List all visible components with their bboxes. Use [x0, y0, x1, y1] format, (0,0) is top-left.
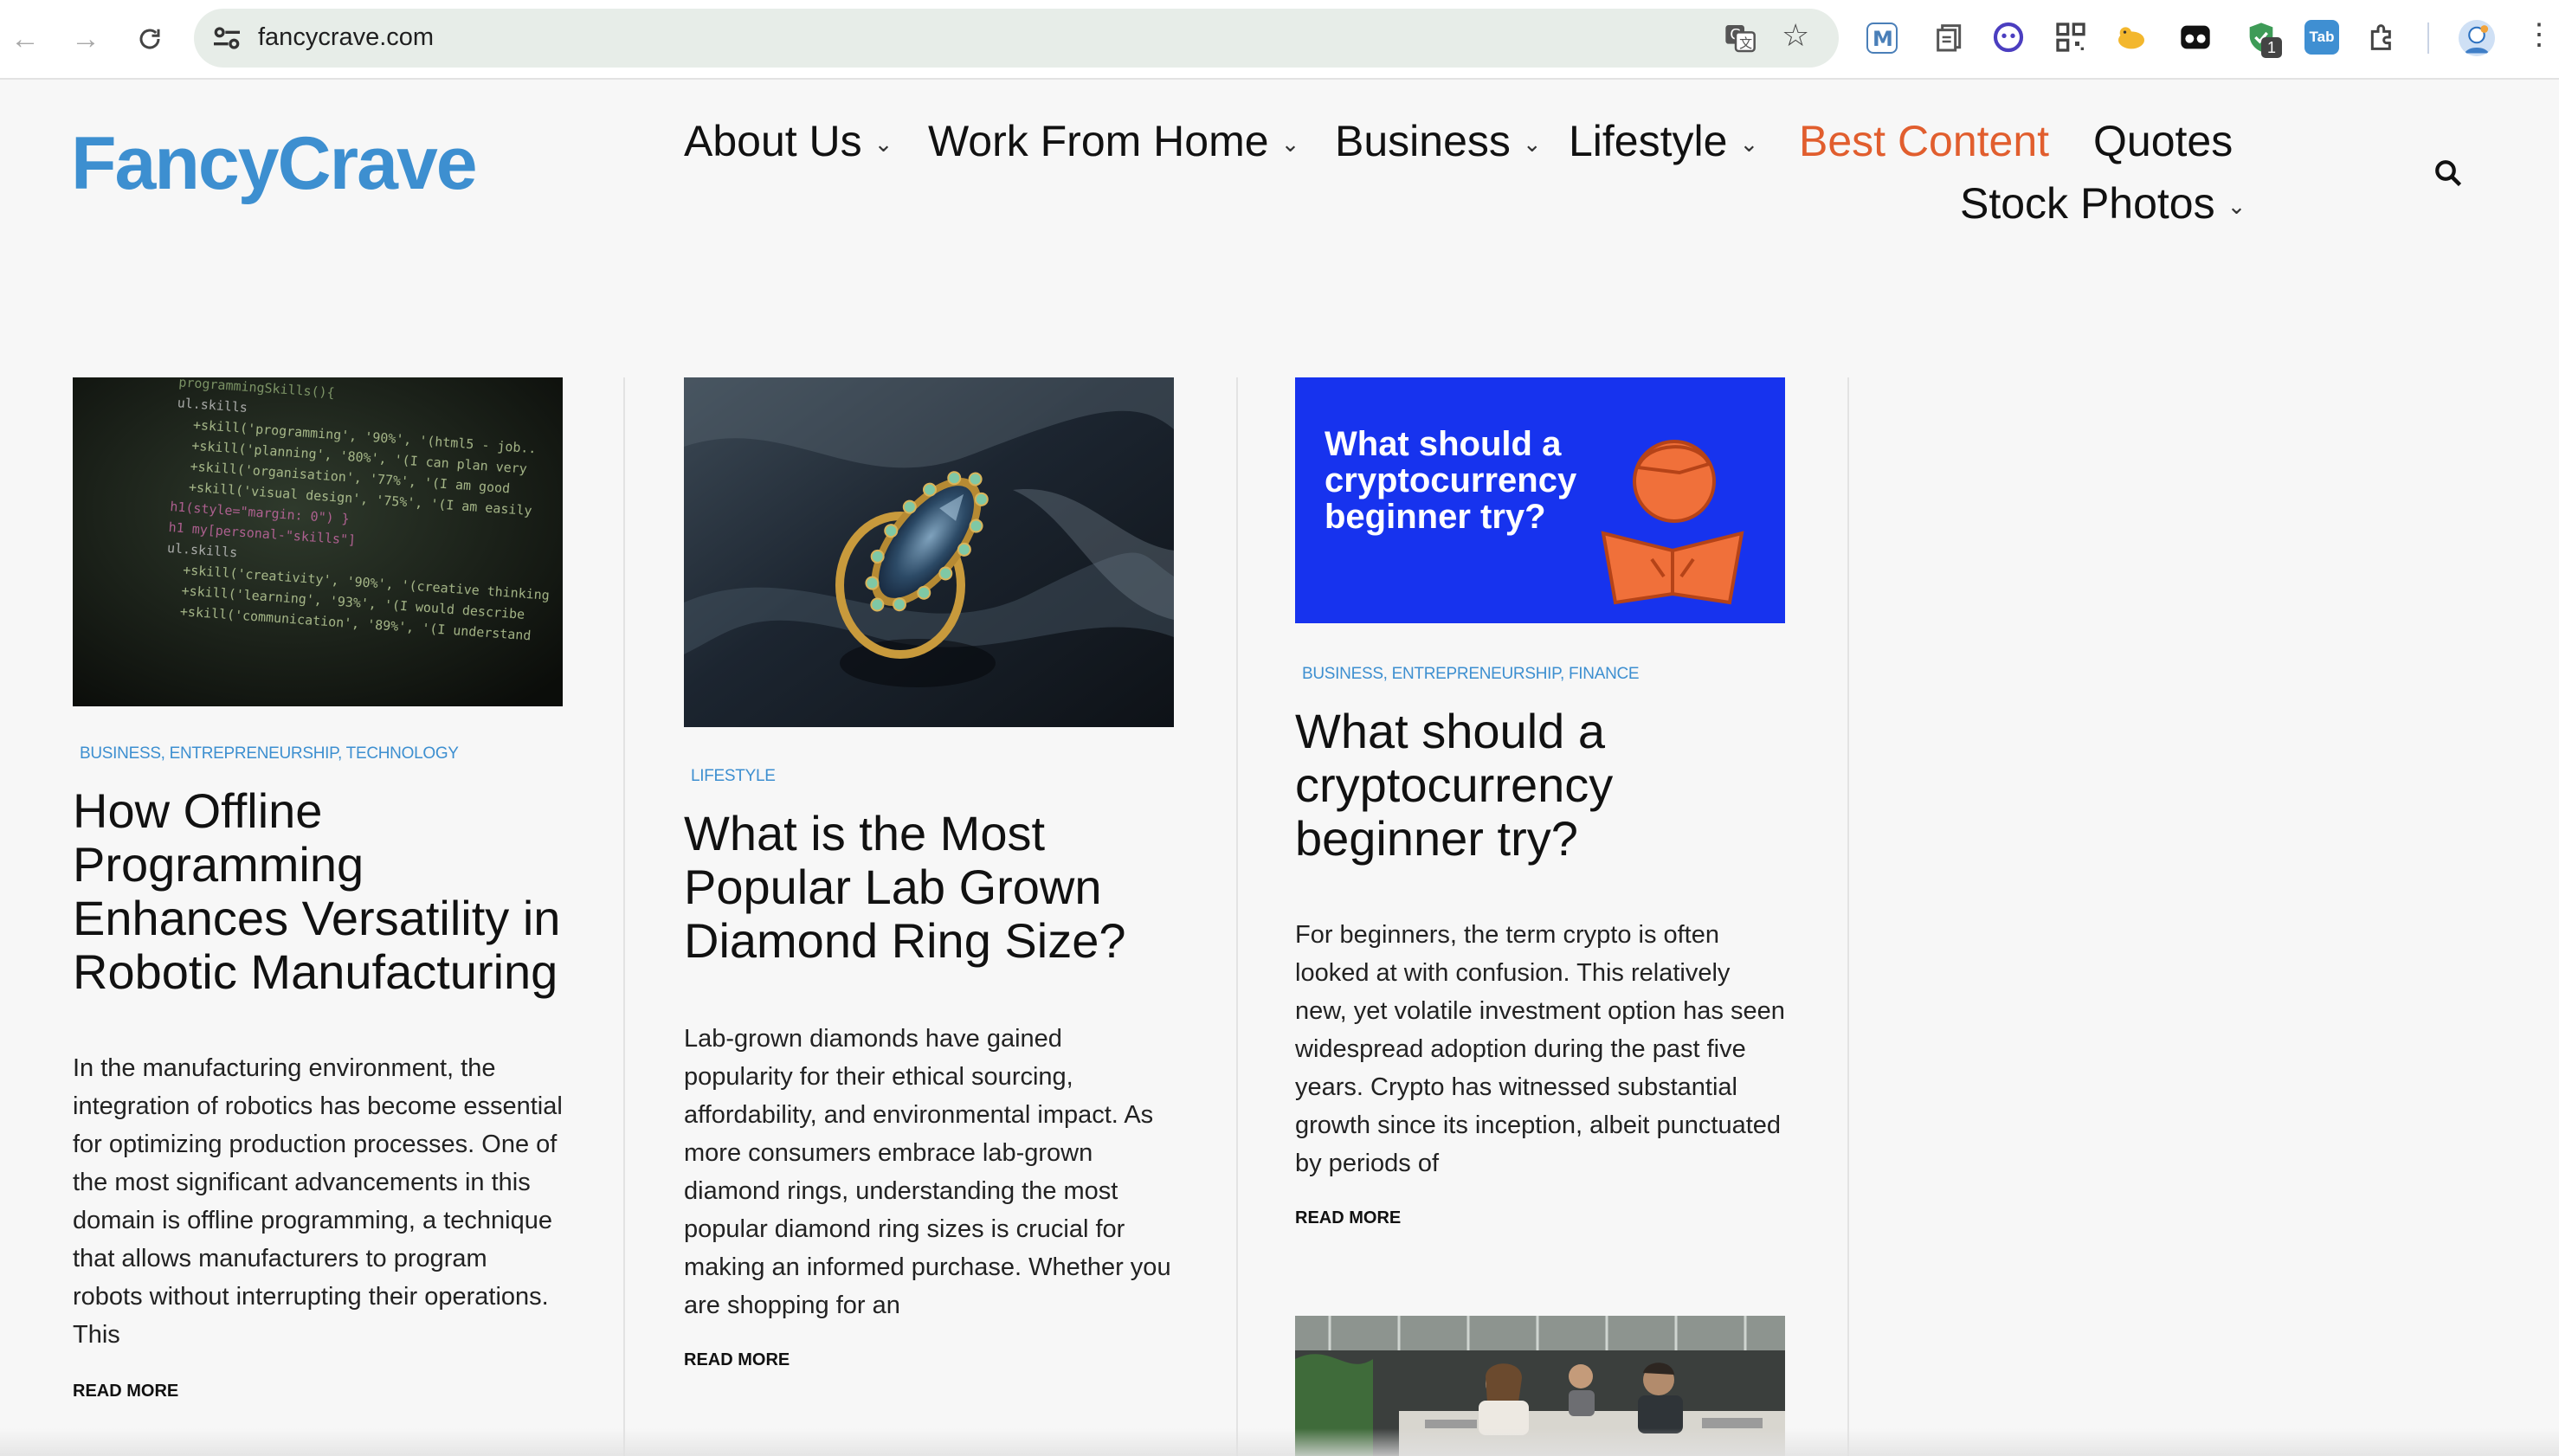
- bookmark-star-icon[interactable]: ☆: [1782, 17, 1809, 54]
- nav-business[interactable]: Business ⌄: [1335, 116, 1542, 166]
- read-more-link[interactable]: READ MORE: [684, 1350, 790, 1370]
- qr-code-icon[interactable]: [2053, 20, 2088, 55]
- post-title[interactable]: How Offline Programming Enhances Versati…: [73, 784, 575, 999]
- diamond-ring-image[interactable]: [684, 377, 1174, 727]
- nav-about-us[interactable]: About Us ⌄: [684, 116, 893, 166]
- post-card: programmingSkills(){ ul.skills +skill('p…: [73, 377, 563, 1456]
- toolbar-separator: [2427, 23, 2429, 54]
- scroll-fade: [0, 1428, 2559, 1456]
- extension-face-icon[interactable]: [1991, 20, 2026, 55]
- forward-icon[interactable]: →: [66, 19, 106, 59]
- extension-mascot-icon[interactable]: [2114, 20, 2149, 55]
- nav-work-from-home[interactable]: Work From Home ⌄: [928, 116, 1299, 166]
- address-bar[interactable]: fancycrave.com G 文 ☆: [194, 9, 1839, 68]
- read-more-link[interactable]: READ MORE: [73, 1382, 178, 1401]
- svg-text:M: M: [1873, 27, 1893, 51]
- nav-stock-photos[interactable]: Stock Photos ⌄: [1960, 178, 2246, 229]
- extension-shield-icon[interactable]: 1: [2244, 20, 2282, 58]
- extension-pages-icon[interactable]: [1932, 20, 1967, 55]
- nav-lifestyle[interactable]: Lifestyle ⌄: [1569, 116, 1758, 166]
- post-categories[interactable]: LIFESTYLE: [691, 767, 776, 786]
- extension-m-icon[interactable]: M: [1866, 23, 1898, 54]
- read-more-link[interactable]: READ MORE: [1295, 1208, 1401, 1228]
- column-divider: [1236, 377, 1238, 1456]
- post-excerpt: In the manufacturing environment, the in…: [73, 1054, 563, 1349]
- extension-tab-icon[interactable]: Tab: [2304, 20, 2339, 55]
- back-icon[interactable]: ←: [5, 19, 45, 59]
- site-settings-icon[interactable]: [209, 21, 244, 55]
- post-card: LIFESTYLE What is the Most Popular Lab G…: [684, 377, 1174, 1456]
- post-excerpt: For beginners, the term crypto is often …: [1295, 921, 1785, 1177]
- translate-icon[interactable]: G 文: [1723, 21, 1757, 55]
- post-title[interactable]: What is the Most Popular Lab Grown Diamo…: [684, 807, 1186, 968]
- url-text[interactable]: fancycrave.com: [258, 23, 434, 52]
- post-excerpt: Lab-grown diamonds have gained popularit…: [684, 1025, 1171, 1319]
- column-divider: [1847, 377, 1849, 1456]
- extensions-puzzle-icon[interactable]: [2365, 20, 2400, 55]
- site-logo[interactable]: FancyCrave: [71, 121, 478, 207]
- nav-quotes[interactable]: Quotes: [2093, 116, 2233, 166]
- chevron-down-icon: ⌄: [1280, 131, 1300, 158]
- search-icon[interactable]: [2433, 158, 2464, 189]
- post-title[interactable]: What should a cryptocurrency beginner tr…: [1295, 705, 1797, 866]
- extension-badge: 1: [2261, 37, 2282, 58]
- crypto-beginner-banner[interactable]: What should a cryptocurrency beginner tr…: [1295, 377, 1785, 623]
- chevron-down-icon: ⌄: [2227, 193, 2246, 220]
- nav-best-content[interactable]: Best Content: [1799, 116, 2049, 166]
- chevron-down-icon: ⌄: [873, 131, 893, 158]
- chevron-down-icon: ⌄: [1522, 131, 1542, 158]
- profile-avatar[interactable]: [2459, 20, 2495, 56]
- browser-toolbar: ← → fancycrave.com G 文 ☆ M: [0, 0, 2559, 80]
- code-screen-image[interactable]: programmingSkills(){ ul.skills +skill('p…: [73, 377, 563, 706]
- post-categories[interactable]: BUSINESS, ENTREPRENEURSHIP, TECHNOLOGY: [80, 744, 459, 763]
- reload-icon[interactable]: [130, 19, 170, 59]
- chevron-down-icon: ⌄: [1739, 131, 1759, 158]
- post-card: What should a cryptocurrency beginner tr…: [1295, 377, 1785, 1456]
- reader-illustration: [1601, 440, 1744, 605]
- post-categories[interactable]: BUSINESS, ENTREPRENEURSHIP, FINANCE: [1302, 665, 1640, 684]
- browser-menu-icon[interactable]: ⋮: [2524, 17, 2554, 52]
- svg-text:文: 文: [1739, 35, 1752, 51]
- column-divider: [623, 377, 625, 1456]
- extension-glasses-icon[interactable]: [2178, 20, 2213, 55]
